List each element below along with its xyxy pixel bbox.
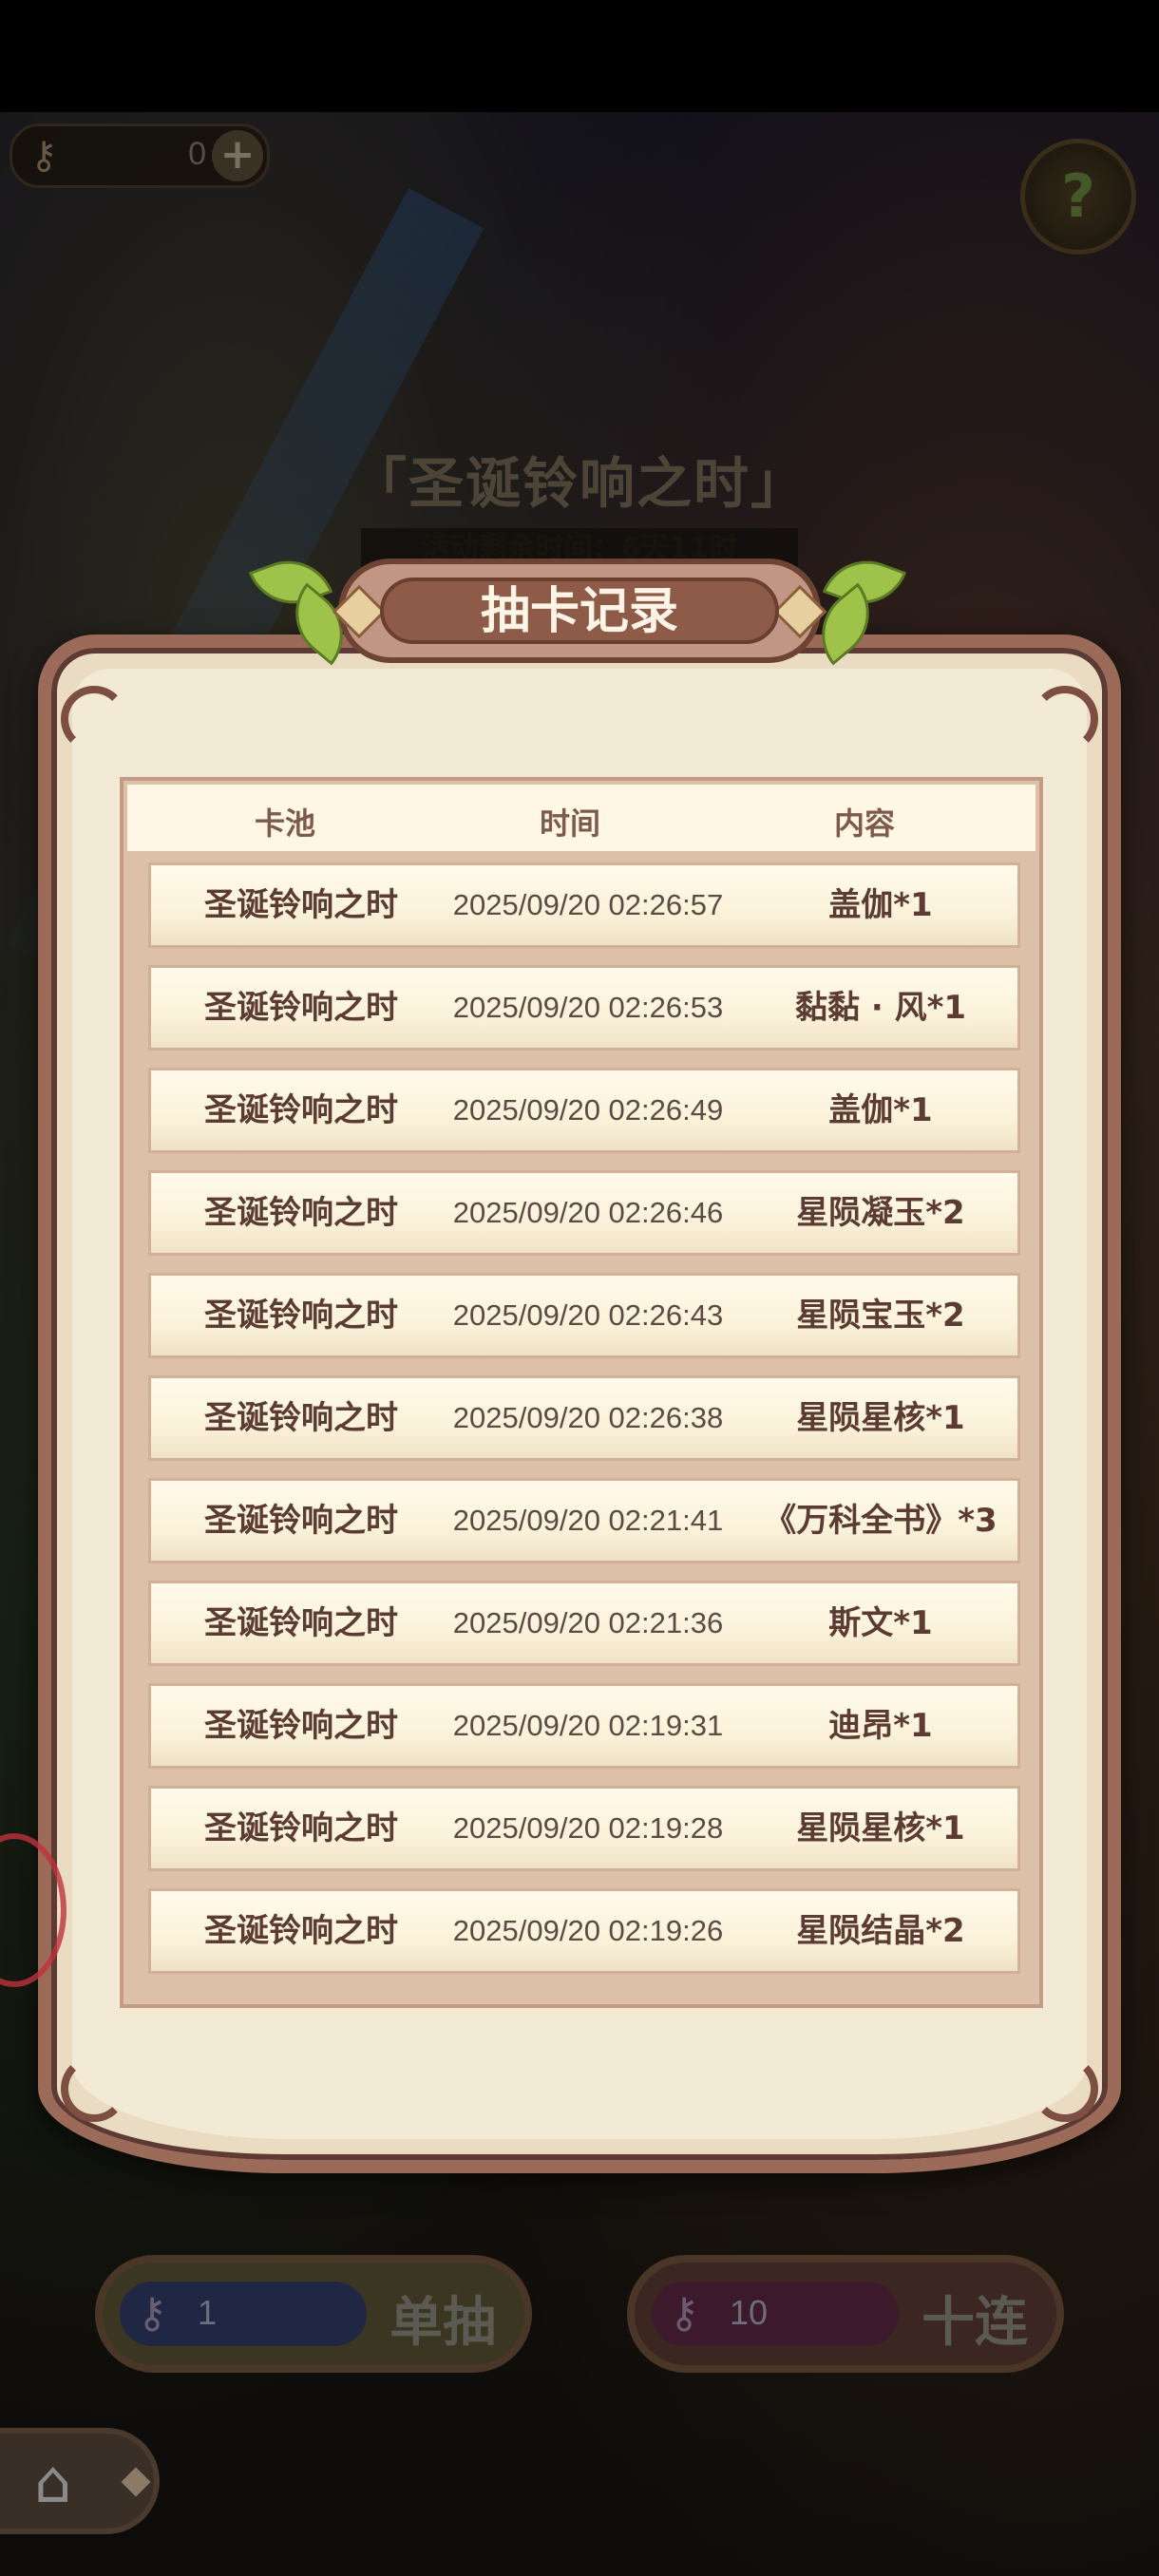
ten-draw-label: 十连 (922, 2292, 1028, 2354)
row-content: 星陨结晶*2 (796, 1912, 965, 1950)
row-pool: 圣诞铃响之时 (204, 1912, 398, 1950)
table-row: 圣诞铃响之时 2025/09/20 02:21:36 斯文*1 (148, 1581, 1020, 1666)
row-pool: 圣诞铃响之时 (204, 1297, 398, 1335)
row-pool: 圣诞铃响之时 (204, 1707, 398, 1745)
table-row: 圣诞铃响之时 2025/09/20 02:26:53 黏黏 · 风*1 (148, 965, 1020, 1051)
row-time: 2025/09/20 02:26:57 (452, 888, 724, 921)
table-header: 卡池 时间 内容 (127, 785, 1036, 851)
ten-draw-button[interactable]: ⚷ 10 十连 (627, 2255, 1064, 2373)
corner-ornament (61, 686, 127, 752)
row-time: 2025/09/20 02:21:41 (452, 1504, 724, 1537)
column-header-time: 时间 (539, 805, 600, 842)
row-time: 2025/09/20 02:21:36 (452, 1606, 724, 1639)
table-row: 圣诞铃响之时 2025/09/20 02:26:46 星陨凝玉*2 (148, 1170, 1020, 1256)
dialog-title: 抽卡记录 (380, 578, 779, 644)
row-time: 2025/09/20 02:26:38 (452, 1401, 724, 1434)
corner-ornament (1032, 2055, 1098, 2122)
row-content: 黏黏 · 风*1 (794, 989, 967, 1027)
ten-cost-pill: ⚷ 10 (652, 2282, 899, 2346)
table-row: 圣诞铃响之时 2025/09/20 02:19:28 星陨星核*1 (148, 1786, 1020, 1871)
row-content: 盖伽*1 (828, 1091, 933, 1129)
row-content: 星陨宝玉*2 (796, 1297, 965, 1335)
corner-ornament (61, 2055, 127, 2122)
table-row: 圣诞铃响之时 2025/09/20 02:26:57 盖伽*1 (148, 862, 1020, 948)
ten-cost: 10 (730, 2293, 769, 2332)
key-icon: ⚷ (137, 2289, 168, 2338)
table-row: 圣诞铃响之时 2025/09/20 02:26:49 盖伽*1 (148, 1068, 1020, 1153)
home-button[interactable]: ⌂ (0, 2428, 160, 2534)
home-icon: ⌂ (34, 2447, 72, 2516)
row-content: 迪昂*1 (828, 1707, 933, 1745)
key-icon: ⚷ (669, 2289, 700, 2338)
row-content: 《万科全书》*3 (764, 1502, 998, 1540)
row-content: 星陨星核*1 (796, 1809, 965, 1847)
history-table: 卡池 时间 内容 圣诞铃响之时 2025/09/20 02:26:57 盖伽*1 圣诞… (120, 777, 1043, 2008)
row-pool: 圣诞铃响之时 (204, 989, 398, 1027)
row-pool: 圣诞铃响之时 (204, 1091, 398, 1129)
row-content: 星陨星核*1 (796, 1399, 965, 1437)
row-time: 2025/09/20 02:19:26 (452, 1914, 724, 1947)
row-pool: 圣诞铃响之时 (204, 1399, 398, 1437)
row-time: 2025/09/20 02:26:46 (452, 1196, 724, 1229)
row-content: 星陨凝玉*2 (796, 1194, 965, 1232)
dialog-title-plaque: 抽卡记录 (332, 559, 827, 663)
row-time: 2025/09/20 02:19:28 (452, 1811, 724, 1845)
row-pool: 圣诞铃响之时 (204, 1604, 398, 1642)
row-content: 斯文*1 (828, 1604, 933, 1642)
row-pool: 圣诞铃响之时 (204, 886, 398, 924)
table-row: 圣诞铃响之时 2025/09/20 02:19:31 迪昂*1 (148, 1683, 1020, 1769)
row-time: 2025/09/20 02:26:49 (452, 1093, 724, 1127)
column-header-pool: 卡池 (254, 805, 315, 842)
row-time: 2025/09/20 02:26:53 (452, 991, 724, 1024)
corner-ornament (1032, 686, 1098, 752)
table-row: 圣诞铃响之时 2025/09/20 02:26:38 星陨星核*1 (148, 1375, 1020, 1461)
row-pool: 圣诞铃响之时 (204, 1809, 398, 1847)
table-row: 圣诞铃响之时 2025/09/20 02:21:41 《万科全书》*3 (148, 1478, 1020, 1563)
row-content: 盖伽*1 (828, 886, 933, 924)
single-cost: 1 (198, 2293, 218, 2332)
column-header-content: 内容 (833, 805, 895, 842)
single-draw-button[interactable]: ⚷ 1 单抽 (95, 2255, 532, 2373)
row-pool: 圣诞铃响之时 (204, 1194, 398, 1232)
row-time: 2025/09/20 02:19:31 (452, 1709, 724, 1742)
table-row: 圣诞铃响之时 2025/09/20 02:26:43 星陨宝玉*2 (148, 1273, 1020, 1358)
table-row: 圣诞铃响之时 2025/09/20 02:19:26 星陨结晶*2 (148, 1888, 1020, 1974)
arrow-ornament (121, 2467, 151, 2497)
single-draw-label: 单抽 (390, 2292, 496, 2354)
row-pool: 圣诞铃响之时 (204, 1502, 398, 1540)
single-cost-pill: ⚷ 1 (120, 2282, 367, 2346)
row-time: 2025/09/20 02:26:43 (452, 1298, 724, 1332)
